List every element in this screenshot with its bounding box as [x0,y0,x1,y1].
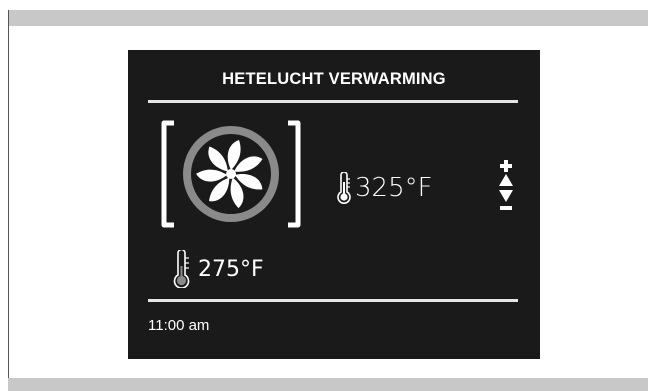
page: HETELUCHT VERWARMING 325°F 275°F 11:00 a… [0,0,648,391]
top-divider [148,100,518,103]
left-bracket-icon [161,120,174,228]
left-frame-line [8,10,9,391]
set-temperature-value: 325°F [355,173,433,203]
top-frame-bar [8,10,648,26]
bottom-frame-bar [8,378,648,391]
current-temperature: 275°F [172,249,264,289]
bottom-divider [148,299,518,302]
mode-title: HETELUCHT VERWARMING [222,70,446,88]
clock-time: 11:00 am [148,317,210,334]
decrease-temperature-button[interactable] [499,190,513,210]
thermometer-icon [337,172,351,204]
current-temperature-value: 275°F [198,256,264,282]
set-temperature[interactable]: 325°F [335,168,433,208]
fan-icon [183,126,279,222]
temperature-adjust [499,160,513,210]
oven-display: HETELUCHT VERWARMING 325°F 275°F 11:00 a… [128,50,540,359]
fan-mode-button[interactable] [160,119,302,229]
right-bracket-icon [288,120,301,228]
thermometer-icon [173,250,190,288]
increase-temperature-button[interactable] [499,160,513,186]
